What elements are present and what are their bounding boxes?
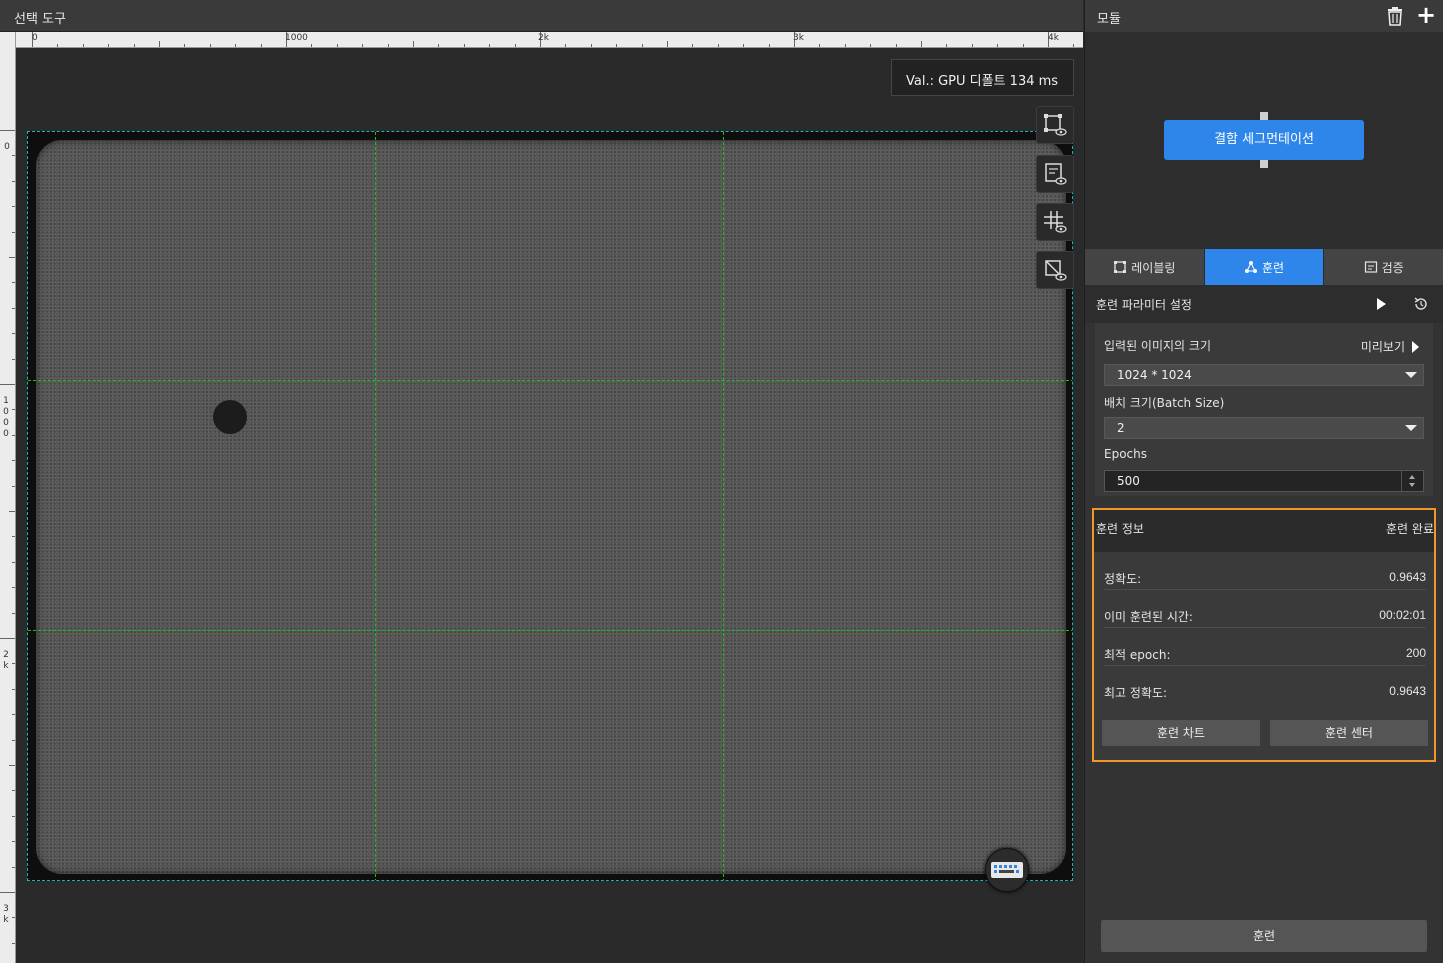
keyboard-icon (991, 862, 1023, 878)
roi-view-icon (1044, 114, 1067, 136)
plus-icon: + (1416, 1, 1437, 29)
preview-label: 미리보기 (1360, 340, 1405, 354)
batch-size-value: 2 (1117, 421, 1125, 435)
training-info-header: 훈련 정보 훈련 완료 (1094, 510, 1434, 552)
training-info-panel: 훈련 정보 훈련 완료 정확도: 0.9643 이미 훈련된 시간: 00:02… (1092, 508, 1436, 762)
epochs-value: 500 (1117, 474, 1140, 488)
keyboard-shortcut-button[interactable] (985, 848, 1029, 892)
batch-size-label: 배치 크기(Batch Size) (1104, 396, 1225, 410)
training-params: 입력된 이미지의 크기 미리보기 1024 * 1024 배치 크기(Batch… (1095, 323, 1433, 496)
ruler-label-v-3k: 3k (3, 904, 9, 925)
info-value: 00:02:01 (1379, 608, 1426, 622)
trash-icon[interactable] (1385, 6, 1405, 26)
info-value: 0.9643 (1389, 684, 1426, 698)
reset-icon[interactable] (1413, 296, 1429, 312)
ruler-label-1000: 1000 (285, 33, 308, 43)
defect-spot (213, 400, 247, 434)
tab-labeling[interactable]: 레이블링 (1085, 249, 1205, 285)
ruler-ticks-vertical (0, 130, 15, 944)
training-center-button[interactable]: 훈련 센터 (1270, 720, 1428, 746)
training-info-body: 정확도: 0.9643 이미 훈련된 시간: 00:02:01 최적 epoch… (1094, 552, 1434, 760)
validation-time-display: Val.: GPU 디폴트 134 ms (891, 59, 1074, 96)
epochs-stepper[interactable]: 500 (1104, 470, 1424, 492)
chevron-up-icon[interactable] (1409, 475, 1415, 479)
batch-size-select[interactable]: 2 (1104, 417, 1424, 439)
info-key: 최적 epoch: (1104, 648, 1171, 662)
module-panel: 모듈 + 결함 세그먼테이션 레이블링 훈련 검증 훈련 파라미터 설정 입력된… (1084, 0, 1443, 963)
image-size-select[interactable]: 1024 * 1024 (1104, 364, 1424, 386)
info-row-accuracy: 정확도: 0.9643 (1104, 552, 1426, 590)
info-key: 이미 훈련된 시간: (1104, 610, 1193, 624)
epochs-label: Epochs (1104, 447, 1147, 461)
module-title: 모듈 (1097, 12, 1121, 27)
info-value: 200 (1405, 646, 1426, 660)
roi-view-button[interactable] (1036, 106, 1074, 144)
ruler-label-2k: 2k (538, 33, 549, 43)
info-value: 0.9643 (1389, 570, 1426, 584)
annotation-view-icon (1045, 163, 1067, 185)
mask-view-icon (1045, 260, 1067, 281)
grid-view-button[interactable] (1036, 203, 1074, 241)
labeling-icon (1114, 261, 1127, 273)
validation-icon (1364, 261, 1377, 273)
ruler-label-0: 0 (32, 33, 38, 43)
play-icon[interactable] (1375, 297, 1387, 311)
roi-frame[interactable] (27, 131, 1073, 881)
info-row-elapsed-time: 이미 훈련된 시간: 00:02:01 (1104, 590, 1426, 628)
ruler-label-3k: 3k (793, 33, 804, 43)
chevron-down-icon (1405, 425, 1417, 431)
annotation-view-button[interactable] (1036, 155, 1074, 193)
grid-line-vertical (723, 132, 724, 880)
ruler-label-v-1000: 1000 (3, 396, 9, 439)
tab-label: 검증 (1381, 260, 1404, 275)
info-key: 최고 정확도: (1104, 686, 1168, 700)
tab-validation[interactable]: 검증 (1324, 249, 1443, 285)
info-row-best-epoch: 최적 epoch: 200 (1104, 628, 1426, 666)
grid-line-horizontal (28, 630, 1072, 631)
info-key: 정확도: (1104, 572, 1142, 586)
chevron-down-icon[interactable] (1409, 483, 1415, 487)
training-chart-button[interactable]: 훈련 차트 (1102, 720, 1260, 746)
module-header: 모듈 + (1085, 0, 1443, 32)
image-panel: 선택 도구 0 1000 2k 3k 4k 0 1000 2k 3k Val.:… (0, 0, 1083, 963)
grid-line-horizontal (28, 380, 1072, 381)
horizontal-ruler: 0 1000 2k 3k 4k (16, 32, 1083, 48)
param-section-title: 훈련 파라미터 설정 (1096, 298, 1192, 312)
ruler-label-4k: 4k (1048, 33, 1059, 43)
panel-title: 선택 도구 (14, 12, 66, 27)
grid-view-icon (1044, 211, 1067, 233)
add-module-button[interactable]: + (1416, 3, 1436, 27)
mode-tabs: 레이블링 훈련 검증 (1085, 249, 1443, 285)
stepper-arrows[interactable] (1401, 471, 1423, 491)
play-icon (1412, 340, 1419, 353)
training-status: 훈련 완료 (1386, 522, 1434, 536)
ruler-label-v-2k: 2k (3, 650, 9, 671)
training-info-title: 훈련 정보 (1096, 522, 1144, 536)
ruler-label-v-0: 0 (4, 142, 10, 152)
tab-label: 훈련 (1261, 260, 1285, 275)
train-button[interactable]: 훈련 (1101, 920, 1427, 952)
module-node[interactable]: 결함 세그먼테이션 (1164, 120, 1364, 160)
vertical-ruler: 0 1000 2k 3k (0, 32, 16, 963)
tab-training[interactable]: 훈련 (1204, 249, 1325, 285)
tab-label: 레이블링 (1131, 260, 1176, 275)
module-flow-area: 결함 세그먼테이션 (1085, 32, 1443, 249)
param-section-header: 훈련 파라미터 설정 (1085, 285, 1443, 323)
chevron-down-icon (1405, 372, 1417, 378)
ruler-ticks (32, 32, 1074, 47)
training-icon (1244, 261, 1257, 273)
grid-line-vertical (375, 132, 376, 880)
panel-header: 선택 도구 (0, 0, 1083, 32)
mask-view-button[interactable] (1036, 251, 1074, 289)
image-size-value: 1024 * 1024 (1117, 368, 1192, 382)
info-row-best-accuracy: 최고 정확도: 0.9643 (1104, 666, 1426, 704)
image-size-label: 입력된 이미지의 크기 (1104, 339, 1211, 353)
inspection-image (36, 140, 1066, 874)
preview-button[interactable]: 미리보기 (1361, 338, 1419, 355)
